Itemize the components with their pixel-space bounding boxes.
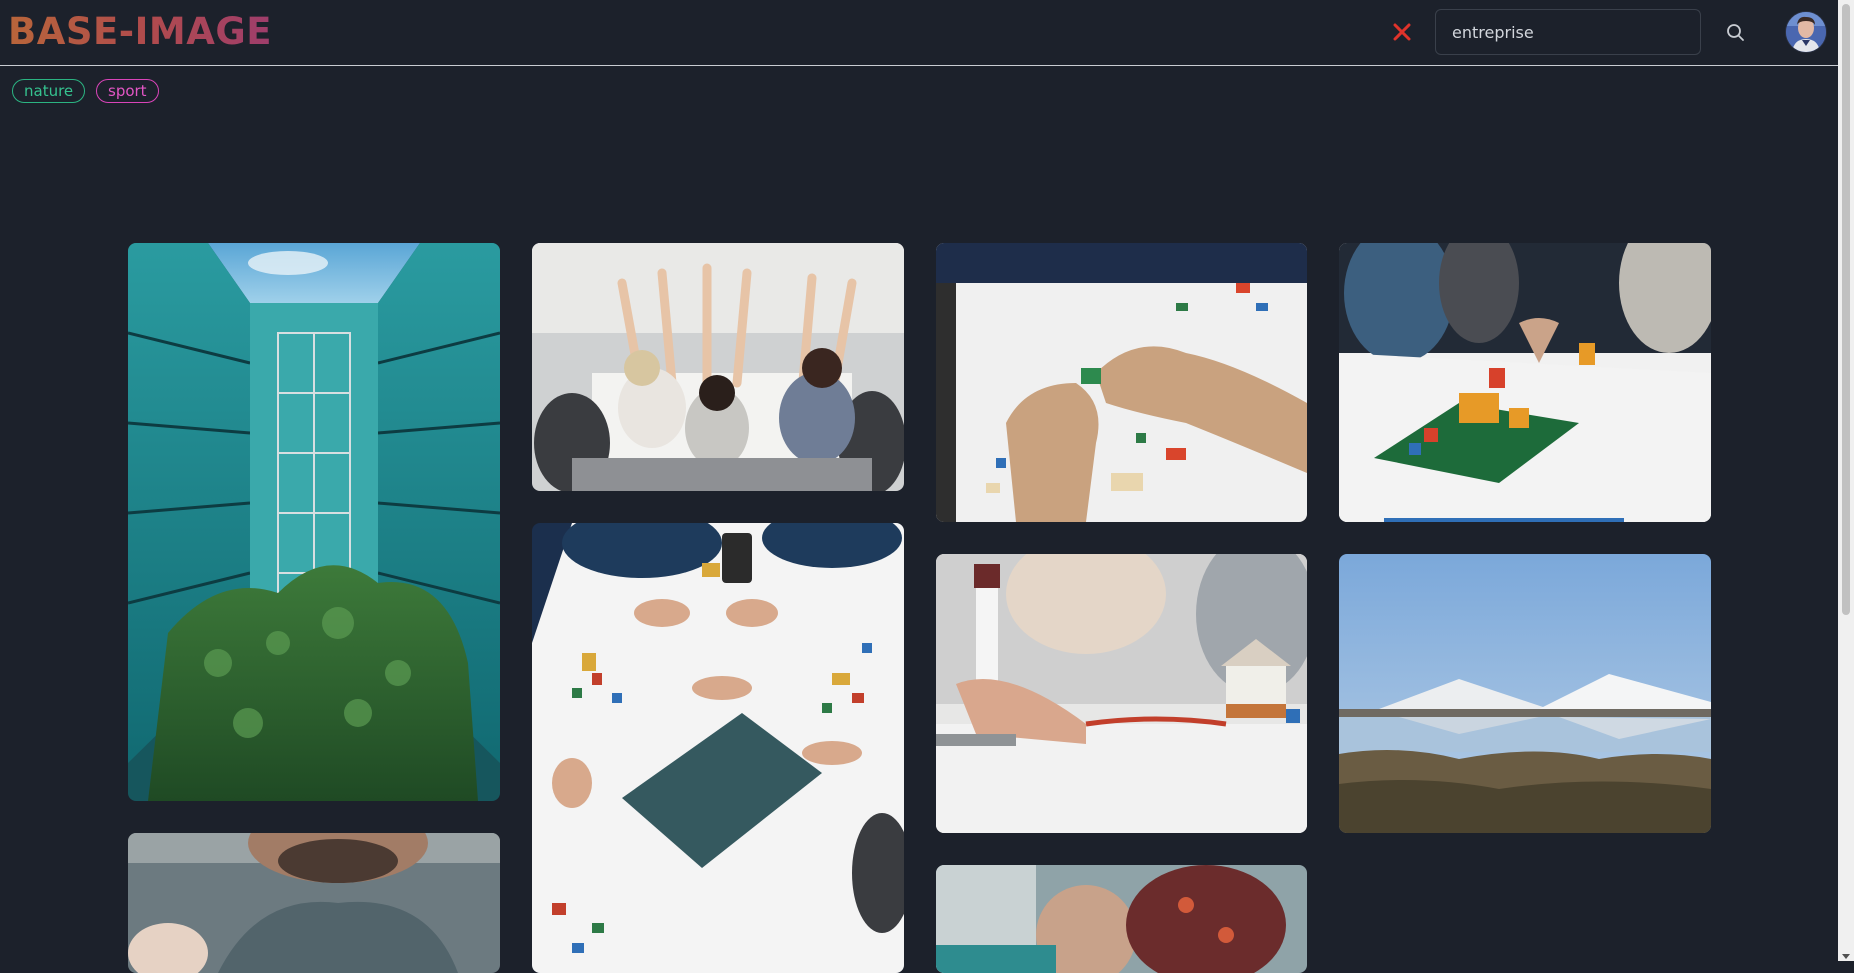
image-celebration [532, 243, 904, 491]
gallery-image-salt-landscape[interactable] [1339, 554, 1711, 833]
gallery-image-blurred-people[interactable] [936, 865, 1307, 973]
gallery-image-brick-house[interactable] [936, 554, 1307, 833]
image-salt-landscape [1339, 554, 1711, 833]
image-teamwork-top [532, 523, 904, 973]
logo[interactable]: BASE-IMAGE [8, 10, 272, 53]
gallery-image-teamwork-top[interactable] [532, 523, 904, 973]
tag-nature[interactable]: nature [12, 79, 86, 103]
image-man [128, 833, 500, 973]
image-building [128, 243, 500, 801]
image-brick-house [936, 554, 1307, 833]
search-field [1435, 9, 1701, 55]
gallery-image-building-bricks[interactable] [936, 243, 1307, 522]
user-avatar[interactable] [1786, 12, 1826, 52]
gallery-image-brick-model[interactable] [1339, 243, 1711, 522]
gallery-image-celebration[interactable] [532, 243, 904, 491]
search-input[interactable] [1436, 10, 1700, 54]
gallery-image-man[interactable] [128, 833, 500, 973]
scrollbar-thumb[interactable] [1842, 4, 1850, 615]
image-blurred-people [936, 865, 1307, 973]
search-button[interactable] [1723, 18, 1749, 46]
page-scrollbar[interactable] [1838, 0, 1854, 961]
avatar-image [1786, 12, 1826, 52]
image-brick-model [1339, 243, 1711, 522]
scroll-down-arrow-icon[interactable] [1842, 954, 1850, 959]
search-icon [1727, 24, 1744, 41]
image-building-bricks [936, 243, 1307, 522]
gallery-image-building[interactable] [128, 243, 500, 801]
clear-search-button[interactable] [1384, 14, 1420, 50]
close-icon [1393, 23, 1411, 41]
top-navbar: BASE-IMAGE [0, 0, 1838, 66]
tag-sport[interactable]: sport [96, 79, 159, 103]
